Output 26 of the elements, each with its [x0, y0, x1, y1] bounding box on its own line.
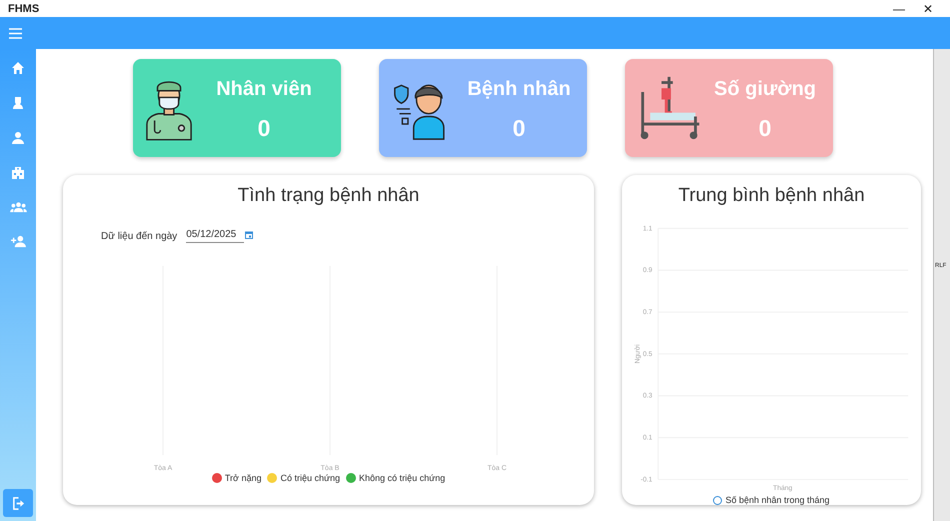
- user-icon[interactable]: [11, 131, 25, 145]
- card-value: 0: [512, 115, 526, 142]
- date-label: Dữ liệu đến ngày: [101, 230, 178, 242]
- home-icon[interactable]: [11, 61, 25, 75]
- card-label: Số giường: [714, 78, 816, 101]
- card-label: Bệnh nhân: [467, 78, 571, 101]
- logout-button[interactable]: [3, 489, 33, 517]
- legend-label: Không có triệu chứng: [359, 473, 446, 483]
- date-field[interactable]: 05/12/2025: [186, 229, 244, 243]
- logout-icon: [12, 496, 24, 510]
- card-value: 0: [258, 115, 270, 142]
- window-title: FHMS: [8, 2, 40, 14]
- calendar-icon: [245, 230, 254, 238]
- legend-label: Trở nặng: [224, 473, 262, 483]
- minimize-button[interactable]: —: [884, 2, 914, 16]
- add-user-icon[interactable]: [10, 235, 26, 248]
- card-value: 0: [758, 115, 772, 142]
- menu-icon[interactable]: [9, 28, 22, 38]
- group-icon[interactable]: [10, 201, 26, 214]
- card-label: Nhân viên: [216, 78, 312, 101]
- legend-label: Số bệnh nhân trong tháng: [725, 495, 830, 505]
- card-title: Trung bình bệnh nhân: [678, 185, 865, 207]
- hospital-icon[interactable]: [11, 166, 25, 180]
- close-button[interactable]: ✕: [914, 2, 942, 16]
- legend-label: Có triệu chứng: [280, 473, 340, 483]
- card-title: Tình trạng bệnh nhân: [238, 185, 420, 207]
